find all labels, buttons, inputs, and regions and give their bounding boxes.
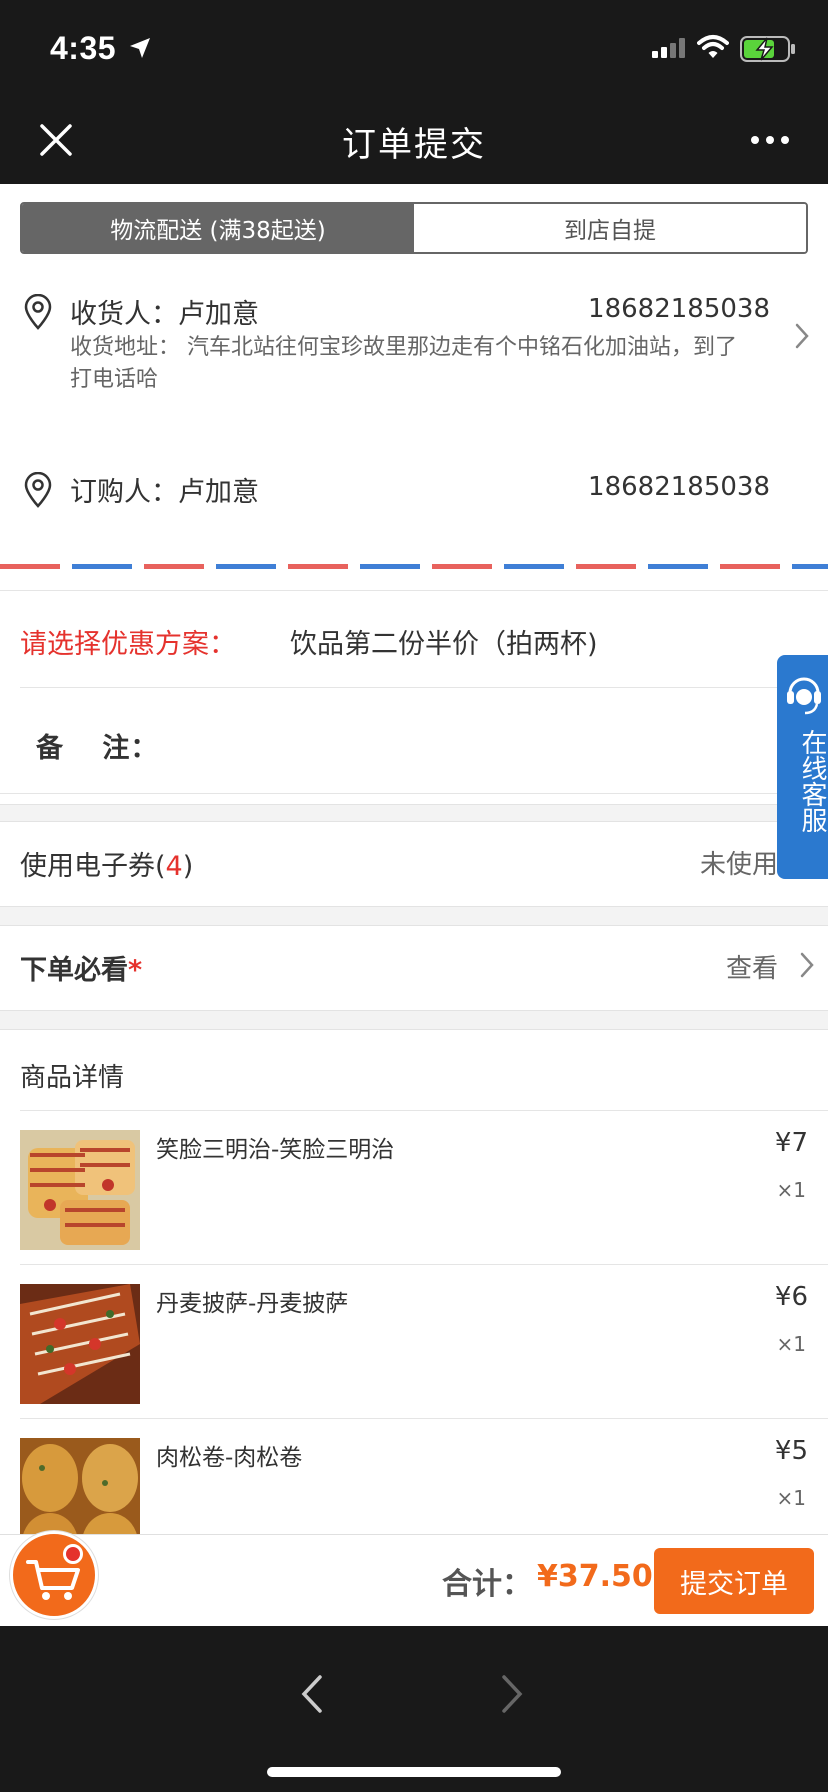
status-bar: 4:35: [0, 0, 828, 95]
coupon-count: 4: [165, 851, 183, 882]
receiver-name: 收货人：卢加意: [70, 299, 259, 330]
remark-input[interactable]: [180, 714, 780, 770]
divider: [20, 1110, 828, 1111]
tab-store-pickup[interactable]: 到店自提: [414, 204, 806, 252]
tab-logistics-delivery[interactable]: 物流配送 (满38起送): [22, 204, 414, 252]
remark-label: 备 注：: [36, 733, 159, 764]
product-price: ¥5: [774, 1436, 808, 1466]
back-arrow-icon[interactable]: [300, 1674, 324, 1714]
headset-icon: [787, 677, 821, 715]
product-price: ¥6: [774, 1282, 808, 1312]
cellular-signal-icon: [652, 38, 685, 58]
section-gap: [0, 1010, 828, 1030]
delivery-mode-toggle: 物流配送 (满38起送) 到店自提: [20, 202, 808, 254]
chevron-right-icon: [800, 952, 814, 978]
coupon-label: 使用电子券(4): [20, 851, 194, 882]
cart-icon: [26, 1560, 80, 1600]
location-pin-icon: [24, 294, 52, 330]
product-quantity: ×1: [776, 1178, 806, 1202]
section-gap: [0, 906, 828, 926]
buyer-row: 订购人：卢加意 18682185038: [0, 464, 828, 524]
product-price: ¥7: [774, 1128, 808, 1158]
product-image: [20, 1284, 140, 1404]
order-form: 物流配送 (满38起送) 到店自提 收货人：卢加意 18682185038 收货…: [0, 184, 828, 1534]
coupon-status: 未使用: [699, 850, 778, 880]
product-quantity: ×1: [776, 1332, 806, 1356]
location-pin-icon: [24, 472, 52, 508]
product-image: [20, 1438, 140, 1534]
divider: [20, 1418, 828, 1419]
order-notice-row[interactable]: 下单必看* 查看: [0, 926, 828, 1006]
cart-badge: [63, 1544, 83, 1564]
checkout-bar: 合计： ¥37.50 提交订单: [0, 1531, 828, 1626]
page-title: 订单提交: [342, 125, 486, 165]
browser-toolbar: [0, 1626, 828, 1792]
receiver-address-row[interactable]: 收货人：卢加意 18682185038 收货地址： 汽车北站往何宝珍故里那边走有…: [0, 284, 828, 414]
divider: [0, 793, 828, 794]
receiver-address: 收货地址： 汽车北站往何宝珍故里那边走有个中铭石化加油站，到了打电话哈: [70, 335, 737, 392]
receiver-phone: 18682185038: [588, 294, 770, 324]
airmail-divider: [0, 564, 828, 569]
divider: [20, 687, 808, 688]
nav-bar: 订单提交: [0, 95, 828, 184]
product-name: 笑脸三明治-笑脸三明治: [156, 1137, 395, 1163]
chevron-right-icon: [795, 323, 809, 349]
wifi-icon: [697, 35, 729, 58]
battery-charging-icon: [740, 36, 795, 62]
status-time: 4:35: [50, 30, 117, 66]
divider: [20, 1264, 828, 1265]
online-service-label: 在线客服: [797, 729, 827, 833]
buyer-name: 订购人：卢加意: [70, 477, 259, 508]
cart-button[interactable]: [10, 1531, 98, 1619]
more-icon[interactable]: [750, 135, 790, 145]
list-item: 笑脸三明治-笑脸三明治 ¥7 ×1: [0, 1112, 828, 1266]
order-notice-view: 查看: [725, 954, 778, 984]
submit-order-button[interactable]: 提交订单: [654, 1548, 814, 1614]
home-indicator: [267, 1767, 561, 1777]
total-label: 合计：: [442, 1567, 532, 1602]
product-name: 肉松卷-肉松卷: [156, 1445, 303, 1471]
divider: [0, 590, 828, 591]
list-item: 肉松卷-肉松卷 ¥5 ×1: [0, 1420, 828, 1534]
total-amount: ¥37.50: [537, 1559, 653, 1594]
product-image: [20, 1130, 140, 1250]
section-gap: [0, 804, 828, 822]
promotion-label: 请选择优惠方案：: [20, 629, 236, 660]
location-arrow-icon: [130, 38, 150, 58]
product-name: 丹麦披萨-丹麦披萨: [156, 1291, 349, 1317]
product-quantity: ×1: [776, 1486, 806, 1510]
order-notice-label: 下单必看*: [20, 955, 143, 986]
coupon-row[interactable]: 使用电子券(4) 未使用: [0, 822, 828, 902]
promotion-select[interactable]: 饮品第二份半价（拍两杯): [290, 622, 598, 661]
buyer-phone: 18682185038: [588, 472, 770, 502]
online-service-button[interactable]: 在线客服: [777, 655, 828, 879]
goods-section-title: 商品详情: [20, 1063, 125, 1093]
forward-arrow-icon[interactable]: [500, 1674, 524, 1714]
list-item: 丹麦披萨-丹麦披萨 ¥6 ×1: [0, 1266, 828, 1420]
